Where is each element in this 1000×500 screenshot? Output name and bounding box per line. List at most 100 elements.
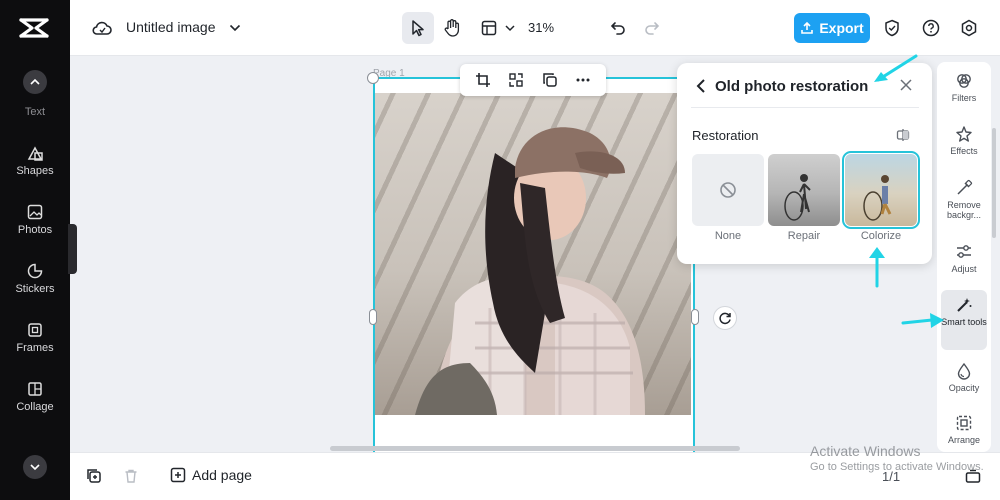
- annotation-arrow-icon: [901, 313, 944, 328]
- panel-title: Old photo restoration: [715, 78, 869, 95]
- cloud-save-icon[interactable]: [90, 16, 114, 40]
- divider: [691, 107, 919, 108]
- opacity-icon: [957, 362, 971, 380]
- rail-item-arrange[interactable]: Arrange: [941, 414, 987, 445]
- undo-button[interactable]: [606, 16, 630, 40]
- annotation-arrow-icon: [874, 54, 918, 82]
- rail-item-effects[interactable]: Effects: [941, 125, 987, 156]
- select-tool-button[interactable]: [402, 12, 434, 44]
- resize-handle-top-left[interactable]: [367, 72, 379, 84]
- option-colorize[interactable]: [842, 151, 920, 229]
- sidebar-item-text[interactable]: Text: [0, 106, 70, 118]
- chevron-down-icon: [30, 464, 40, 471]
- right-tool-rail: Filters Effects Remove backgr... Adjust …: [937, 62, 991, 452]
- rail-item-adjust[interactable]: Adjust: [941, 243, 987, 274]
- rail-item-filters[interactable]: Filters: [941, 72, 987, 103]
- arrange-icon: [956, 415, 972, 431]
- resize-handle-left[interactable]: [369, 309, 377, 325]
- sidebar-item-label: Text: [24, 106, 46, 118]
- flip-icon[interactable]: [508, 72, 524, 88]
- zoom-level[interactable]: 31%: [528, 20, 554, 35]
- stickers-icon: [27, 263, 43, 279]
- rail-item-label: Filters: [951, 93, 977, 103]
- top-bar: Untitled image 31% Export: [70, 0, 1000, 56]
- sidebar-item-collage[interactable]: Collage: [0, 380, 70, 413]
- girl-portrait-illustration: [415, 127, 645, 415]
- crop-icon[interactable]: [475, 72, 491, 88]
- hand-tool-button[interactable]: [440, 16, 464, 40]
- chevron-down-icon[interactable]: [223, 16, 247, 40]
- left-sidebar: Text Shapes Photos Stickers Frames Colla…: [0, 0, 70, 500]
- redo-button[interactable]: [640, 16, 664, 40]
- page-frame[interactable]: [373, 77, 695, 457]
- frames-icon: [28, 323, 42, 337]
- sidebar-item-photos[interactable]: Photos: [0, 203, 70, 236]
- photo-image[interactable]: [375, 93, 691, 415]
- rail-item-smart-tools[interactable]: Smart tools: [941, 290, 987, 350]
- effects-icon: [956, 126, 972, 142]
- rail-item-opacity[interactable]: Opacity: [941, 362, 987, 393]
- resize-handle-right[interactable]: [691, 309, 699, 325]
- option-repair[interactable]: [768, 154, 840, 226]
- duplicate-icon[interactable]: [542, 72, 558, 88]
- help-icon[interactable]: [919, 16, 943, 40]
- adjust-icon: [957, 245, 971, 258]
- element-toolbar: [460, 64, 606, 96]
- smart-tools-icon: [957, 298, 972, 312]
- duplicate-page-icon[interactable]: [86, 468, 102, 484]
- sidebar-item-label: Frames: [16, 342, 54, 354]
- sidebar-item-label: Collage: [16, 401, 54, 413]
- rotate-handle[interactable]: [713, 306, 737, 330]
- annotation-arrow-icon: [869, 247, 885, 288]
- hand-icon: [444, 19, 460, 37]
- back-arrow-icon[interactable]: [695, 78, 709, 94]
- repair-thumbnail: [784, 174, 811, 221]
- export-button[interactable]: Export: [794, 13, 870, 43]
- rail-scrollbar[interactable]: [992, 128, 996, 238]
- section-label: Restoration: [692, 128, 759, 143]
- option-label-repair: Repair: [787, 230, 821, 242]
- capcut-logo[interactable]: [17, 14, 51, 42]
- add-page-label: Add page: [192, 467, 252, 483]
- shield-icon[interactable]: [880, 16, 904, 40]
- scroll-down-button[interactable]: [23, 455, 47, 479]
- rail-item-label: Remove backgr...: [946, 200, 982, 220]
- sidebar-item-stickers[interactable]: Stickers: [0, 262, 70, 295]
- sidebar-item-label: Stickers: [15, 283, 55, 295]
- delete-page-icon[interactable]: [123, 468, 139, 484]
- none-icon: [720, 182, 736, 198]
- colorize-thumbnail: [863, 175, 892, 221]
- sidebar-item-frames[interactable]: Frames: [0, 321, 70, 354]
- rail-item-label: Adjust: [951, 264, 977, 274]
- horizontal-scrollbar[interactable]: [330, 446, 740, 451]
- remove-background-icon: [957, 179, 973, 195]
- undo-icon: [610, 22, 625, 35]
- more-icon[interactable]: [575, 72, 591, 88]
- rotate-icon: [719, 312, 731, 325]
- sidebar-item-label: Shapes: [16, 165, 54, 177]
- shapes-icon: [27, 146, 43, 161]
- export-label: Export: [819, 20, 864, 36]
- photos-icon: [27, 204, 43, 220]
- chevron-down-icon[interactable]: [498, 16, 522, 40]
- compare-icon[interactable]: [896, 128, 910, 142]
- settings-icon[interactable]: [957, 16, 981, 40]
- chevron-up-icon: [30, 78, 40, 85]
- activate-windows-watermark: Activate Windows Go to Settings to activ…: [810, 443, 984, 473]
- add-page-button[interactable]: Add page: [170, 467, 252, 483]
- sidebar-item-shapes[interactable]: Shapes: [0, 144, 70, 177]
- option-label-colorize: Colorize: [860, 230, 902, 242]
- rail-item-remove-background[interactable]: Remove backgr...: [941, 179, 987, 220]
- option-none[interactable]: [692, 154, 764, 226]
- document-title[interactable]: Untitled image: [126, 19, 216, 35]
- cursor-icon: [412, 20, 424, 37]
- rail-item-label: Smart tools: [941, 317, 987, 327]
- option-label-none: None: [714, 230, 742, 242]
- scroll-up-button[interactable]: [23, 70, 47, 94]
- rail-item-label: Effects: [950, 146, 978, 156]
- collage-icon: [28, 382, 42, 396]
- photo-restoration-panel: Old photo restoration Restoration None R…: [677, 63, 932, 264]
- rail-item-label: Opacity: [948, 383, 980, 393]
- sidebar-item-label: Photos: [17, 224, 53, 236]
- filters-icon: [957, 74, 971, 88]
